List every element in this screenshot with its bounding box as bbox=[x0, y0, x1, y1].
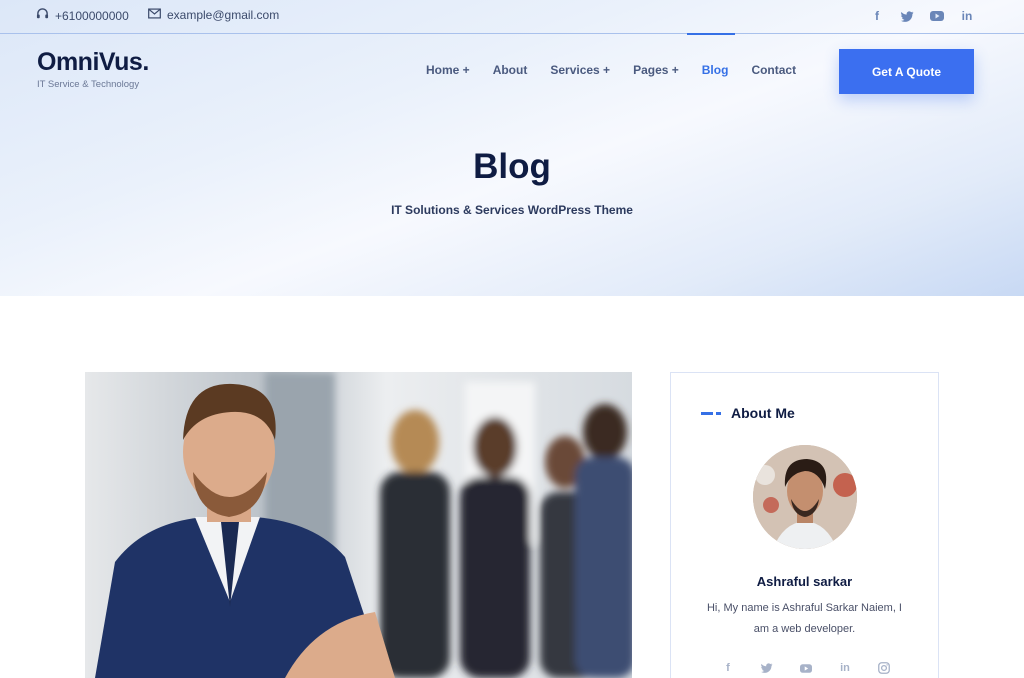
topbar-social: f in bbox=[870, 6, 974, 26]
nav-home[interactable]: Home + bbox=[426, 63, 470, 77]
nav-blog[interactable]: Blog bbox=[702, 63, 729, 77]
logo-tagline: IT Service & Technology bbox=[37, 79, 140, 90]
facebook-icon[interactable]: f bbox=[721, 661, 735, 675]
active-nav-indicator bbox=[687, 33, 735, 35]
nav-about[interactable]: About bbox=[493, 63, 528, 77]
logo-title: OmniVus. bbox=[37, 48, 149, 76]
post-featured-image[interactable] bbox=[85, 372, 632, 678]
twitter-icon[interactable] bbox=[900, 6, 914, 26]
site-logo[interactable]: OmniVus. IT Service & Technology bbox=[37, 48, 149, 90]
main-nav: Home + About Services + Pages + Blog Con… bbox=[426, 63, 819, 77]
nav-contact[interactable]: Contact bbox=[751, 63, 796, 77]
phone-number: +6100000000 bbox=[55, 9, 129, 23]
twitter-icon[interactable] bbox=[760, 661, 774, 675]
title-dash-icon bbox=[701, 411, 721, 415]
instagram-icon[interactable] bbox=[877, 661, 891, 675]
youtube-icon[interactable] bbox=[930, 6, 944, 26]
linkedin-icon[interactable]: in bbox=[960, 6, 974, 26]
linkedin-icon[interactable]: in bbox=[838, 661, 852, 675]
nav-services[interactable]: Services + bbox=[550, 63, 610, 77]
about-me-widget: About Me Ashraful sarkar Hi, My name is … bbox=[670, 372, 939, 678]
facebook-icon[interactable]: f bbox=[870, 6, 884, 26]
top-bar: +6100000000 example@gmail.com f in bbox=[0, 0, 1024, 34]
headset-icon bbox=[36, 8, 49, 24]
youtube-icon[interactable] bbox=[799, 661, 813, 675]
contact-email[interactable]: example@gmail.com bbox=[148, 8, 279, 22]
widget-title: About Me bbox=[731, 405, 795, 421]
nav-pages[interactable]: Pages + bbox=[633, 63, 679, 77]
email-address: example@gmail.com bbox=[167, 8, 280, 22]
get-a-quote-button[interactable]: Get A Quote bbox=[839, 49, 974, 94]
author-bio: Hi, My name is Ashraful Sarkar Naiem, I … bbox=[706, 602, 902, 635]
author-avatar bbox=[753, 445, 857, 549]
page-subtitle: IT Solutions & Services WordPress Theme bbox=[391, 203, 633, 217]
widget-social-links: f in bbox=[721, 661, 891, 675]
page-title: Blog bbox=[473, 147, 551, 186]
widget-header: About Me bbox=[701, 405, 795, 421]
author-name: Ashraful sarkar bbox=[756, 574, 853, 589]
contact-phone[interactable]: +6100000000 bbox=[36, 8, 129, 24]
envelope-icon bbox=[148, 8, 161, 22]
